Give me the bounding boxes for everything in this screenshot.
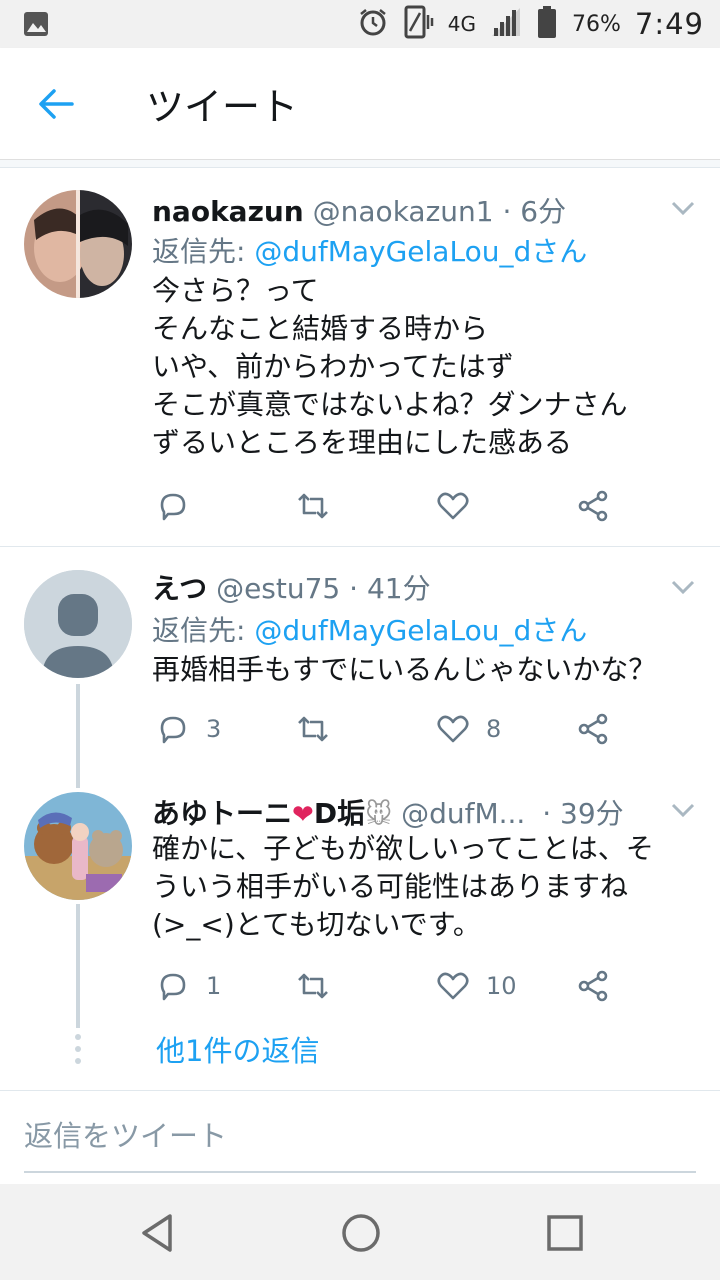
back-triangle-icon[interactable] xyxy=(134,1208,184,1258)
author-name-suffix: D垢 xyxy=(313,797,366,830)
heart-icon xyxy=(437,715,469,743)
reply-to-link[interactable]: @dufMayGelaLou_dさん xyxy=(254,235,587,268)
share-icon xyxy=(578,490,608,522)
reply-context: 返信先: @dufMayGelaLou_dさん xyxy=(152,230,587,270)
reply-count: 3 xyxy=(206,715,222,743)
retweet-icon xyxy=(298,973,328,999)
tweet-actions: 3 8 xyxy=(152,709,632,749)
heart-icon xyxy=(437,972,469,1000)
mouse-emoji-icon: 🐭 xyxy=(365,800,393,830)
avatar[interactable] xyxy=(24,190,132,298)
share-icon xyxy=(578,970,608,1002)
more-replies-link[interactable]: 他1件の返信 xyxy=(156,1028,319,1070)
tweet-text: 再婚相手もすでにいるんじゃないかな？ xyxy=(152,653,657,686)
share-button[interactable] xyxy=(576,966,610,1006)
network-type: 4G xyxy=(447,12,476,36)
retweet-icon xyxy=(298,716,328,742)
arrow-left-icon[interactable] xyxy=(36,84,76,124)
reply-context: 返信先: @dufMayGelaLou_dさん xyxy=(152,609,587,649)
reply-icon xyxy=(160,716,186,744)
reply-icon xyxy=(160,493,186,521)
tweet-actions xyxy=(152,486,632,526)
heart-icon xyxy=(437,492,469,520)
author-name[interactable]: えつ xyxy=(152,572,207,605)
battery-percent: 76% xyxy=(571,11,621,37)
like-button[interactable]: 10 xyxy=(436,966,517,1006)
chevron-down-icon[interactable] xyxy=(670,802,696,818)
reply-count: 1 xyxy=(206,972,222,1000)
author-handle[interactable]: @naokazun1 xyxy=(313,195,494,228)
retweet-button[interactable] xyxy=(296,966,346,1006)
reply-composer xyxy=(0,1090,720,1186)
tweet-time: · 41分 xyxy=(349,572,431,605)
reply-input[interactable] xyxy=(24,1111,696,1173)
reply-button[interactable]: 3 xyxy=(156,709,221,749)
vibrate-icon xyxy=(402,5,434,43)
alarm-icon xyxy=(358,7,388,41)
like-count: 8 xyxy=(486,715,502,743)
section-separator xyxy=(0,160,720,168)
thread-line xyxy=(76,904,80,1028)
chevron-down-icon[interactable] xyxy=(670,200,696,216)
reply-button[interactable] xyxy=(156,486,206,526)
like-button[interactable]: 8 xyxy=(436,709,501,749)
reply-icon xyxy=(160,973,186,1001)
thread-dots xyxy=(74,1034,82,1070)
share-button[interactable] xyxy=(576,486,610,526)
author-handle[interactable]: @dufM... xyxy=(401,797,525,830)
image-icon xyxy=(22,10,50,42)
like-count: 10 xyxy=(486,972,517,1000)
like-button[interactable] xyxy=(436,486,486,526)
system-nav-bar xyxy=(0,1184,720,1280)
tweet[interactable]: naokazun @naokazun1 · 6分 返信先: @dufMayGel… xyxy=(0,168,720,546)
home-circle-icon[interactable] xyxy=(336,1208,386,1258)
avatar[interactable] xyxy=(24,792,132,900)
author-name[interactable]: naokazun xyxy=(152,195,304,228)
retweet-icon xyxy=(298,493,328,519)
chevron-down-icon[interactable] xyxy=(670,579,696,595)
reply-to-link[interactable]: @dufMayGelaLou_dさん xyxy=(254,614,587,647)
tweet-time: · 39分 xyxy=(542,797,624,830)
battery-icon xyxy=(536,5,558,43)
tweet-actions: 1 10 xyxy=(152,966,632,1006)
reply-prefix: 返信先: xyxy=(152,614,255,647)
tweet-text: 今さら？って そんなこと結婚する時から いや、前からわかってたはず そこが真意で… xyxy=(152,274,628,459)
avatar[interactable] xyxy=(24,570,132,678)
share-button[interactable] xyxy=(576,709,610,749)
reply-prefix: 返信先: xyxy=(152,235,255,268)
retweet-button[interactable] xyxy=(296,709,346,749)
signal-icon xyxy=(490,6,522,42)
page-title: ツイート xyxy=(146,85,299,129)
author-name[interactable]: あゆトーニ xyxy=(152,797,292,830)
tweet-time: · 6分 xyxy=(502,195,567,228)
reply-button[interactable]: 1 xyxy=(156,966,221,1006)
heart-emoji-icon: ❤ xyxy=(292,800,314,830)
tweet[interactable]: あゆトーニ❤D垢🐭 @dufM... · 39分 確かに、子どもが欲しいってこと… xyxy=(0,770,720,1022)
author-handle[interactable]: @estu75 xyxy=(216,572,340,605)
recents-square-icon[interactable] xyxy=(540,1208,590,1258)
tweet-text: 確かに、子どもが欲しいってことは、そ ういう相手がいる可能性はありますね (>_… xyxy=(152,832,654,941)
status-bar: 4G 76% 7:49 xyxy=(0,0,720,48)
tweet[interactable]: えつ @estu75 · 41分 返信先: @dufMayGelaLou_dさん… xyxy=(0,547,720,769)
clock: 7:49 xyxy=(634,7,704,41)
retweet-button[interactable] xyxy=(296,486,346,526)
share-icon xyxy=(578,713,608,745)
app-bar: ツイート xyxy=(0,48,720,160)
